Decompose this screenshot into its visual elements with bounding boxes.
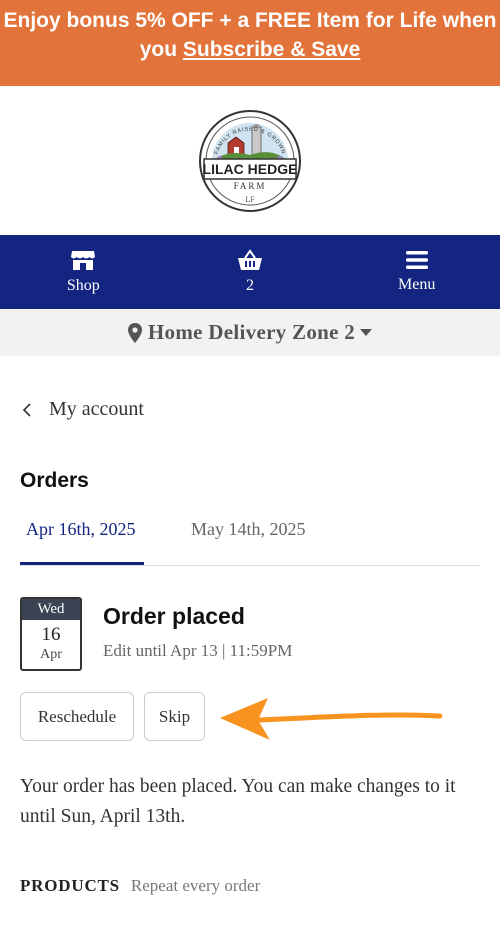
chevron-left-icon	[22, 402, 31, 417]
annotation-arrow-icon	[220, 698, 443, 740]
tab-apr-16[interactable]: Apr 16th, 2025	[26, 519, 136, 565]
promo-line-2: you Subscribe & Save	[0, 35, 500, 64]
tab-may-14[interactable]: May 14th, 2025	[191, 519, 306, 565]
header-logo-area: LILAC HEDGE FARM LF FAMILY RAISED & GROW…	[0, 86, 500, 235]
orders-heading: Orders	[20, 469, 89, 492]
skip-button[interactable]: Skip	[144, 692, 205, 741]
promo-banner: Enjoy bonus 5% OFF + a FREE Item for Lif…	[0, 0, 500, 86]
logo-name: LILAC HEDGE	[203, 161, 298, 177]
cart-count: 2	[246, 277, 254, 294]
store-icon	[71, 251, 96, 270]
back-to-account-link[interactable]: My account	[22, 398, 144, 421]
nav-cart[interactable]: 2	[167, 235, 334, 309]
reschedule-button[interactable]: Reschedule	[20, 692, 134, 741]
calendar-day: 16	[41, 624, 61, 645]
nav-menu[interactable]: Menu	[333, 235, 500, 309]
order-date-calendar: Wed 16 Apr	[20, 597, 82, 671]
main-nav: Shop 2 Menu	[0, 235, 500, 309]
hamburger-icon	[405, 251, 428, 269]
order-status-title: Order placed	[103, 603, 245, 629]
order-edit-deadline: Edit until Apr 13 | 11:59PM	[103, 641, 293, 660]
active-tab-indicator	[20, 562, 144, 565]
products-header: PRODUCTS Repeat every order	[20, 876, 260, 896]
caret-down-icon	[360, 328, 373, 336]
nav-menu-label: Menu	[398, 276, 436, 293]
order-date-tabs: Apr 16th, 2025 May 14th, 2025	[20, 512, 480, 566]
promo-line-1: Enjoy bonus 5% OFF + a FREE Item for Lif…	[3, 9, 497, 32]
repeat-every-order-link[interactable]: Repeat every order	[131, 876, 260, 896]
order-message: Your order has been placed. You can make…	[20, 776, 456, 827]
delivery-zone-label: Home Delivery Zone 2	[147, 320, 356, 344]
calendar-month: Apr	[40, 647, 62, 662]
logo-sub: FARM	[234, 181, 267, 191]
promo-prefix: you	[139, 38, 183, 61]
nav-shop-label: Shop	[66, 277, 100, 294]
farm-logo[interactable]: LILAC HEDGE FARM LF FAMILY RAISED & GROW…	[198, 109, 302, 213]
subscribe-save-link[interactable]: Subscribe & Save	[183, 38, 360, 61]
delivery-zone-selector[interactable]: Home Delivery Zone 2	[0, 309, 500, 356]
calendar-weekday: Wed	[22, 599, 80, 620]
map-pin-icon	[127, 322, 142, 343]
nav-shop[interactable]: Shop	[0, 235, 167, 309]
logo-monogram: LF	[245, 195, 255, 204]
basket-icon	[238, 249, 262, 270]
products-label: PRODUCTS	[20, 876, 120, 895]
back-label: My account	[49, 398, 144, 420]
